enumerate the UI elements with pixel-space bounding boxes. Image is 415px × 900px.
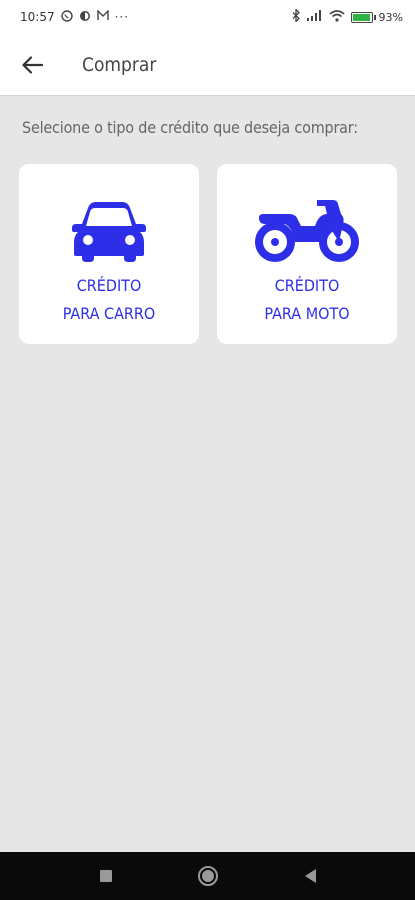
- status-bar: 10:57 ··· 93%: [0, 0, 415, 34]
- status-time: 10:57: [20, 10, 55, 24]
- back-button[interactable]: [12, 45, 52, 85]
- status-right: 93%: [291, 7, 403, 25]
- instruction-text: Selecione o tipo de crédito que deseja c…: [22, 118, 358, 137]
- credit-moto-label: CRÉDITO PARA MOTO: [264, 272, 349, 328]
- triangle-back-icon: [304, 869, 316, 883]
- sync-icon: [79, 10, 91, 25]
- credit-moto-label-line1: CRÉDITO: [274, 276, 340, 295]
- page-title: Comprar: [82, 53, 157, 76]
- arrow-left-icon: [22, 55, 43, 74]
- home-button[interactable]: [196, 864, 220, 888]
- circle-icon: [197, 866, 218, 886]
- more-icon: ···: [114, 10, 130, 24]
- credit-car-label: CRÉDITO PARA CARRO: [63, 272, 156, 328]
- mail-icon: [96, 9, 109, 24]
- battery-icon: [350, 11, 376, 23]
- app-bar: Comprar: [0, 34, 415, 96]
- recent-apps-button[interactable]: [94, 864, 118, 888]
- credit-car-label-line1: CRÉDITO: [76, 276, 142, 295]
- credit-moto-label-line2: PARA MOTO: [264, 304, 350, 323]
- system-nav-bar: [0, 852, 415, 900]
- credit-car-label-line2: PARA CARRO: [62, 304, 156, 323]
- credit-moto-card[interactable]: CRÉDITO PARA MOTO: [217, 164, 397, 344]
- credit-car-card[interactable]: CRÉDITO PARA CARRO: [19, 164, 199, 344]
- signal-icon: [306, 10, 323, 24]
- system-back-button[interactable]: [298, 864, 322, 888]
- square-icon: [99, 870, 112, 882]
- car-icon: [72, 202, 146, 262]
- motorcycle-icon: [255, 200, 359, 262]
- bluetooth-icon: [291, 7, 301, 25]
- whatsapp-icon: [60, 9, 73, 25]
- wifi-icon: [329, 9, 345, 25]
- battery-percent: 93%: [378, 10, 403, 24]
- status-left: 10:57 ···: [20, 9, 130, 25]
